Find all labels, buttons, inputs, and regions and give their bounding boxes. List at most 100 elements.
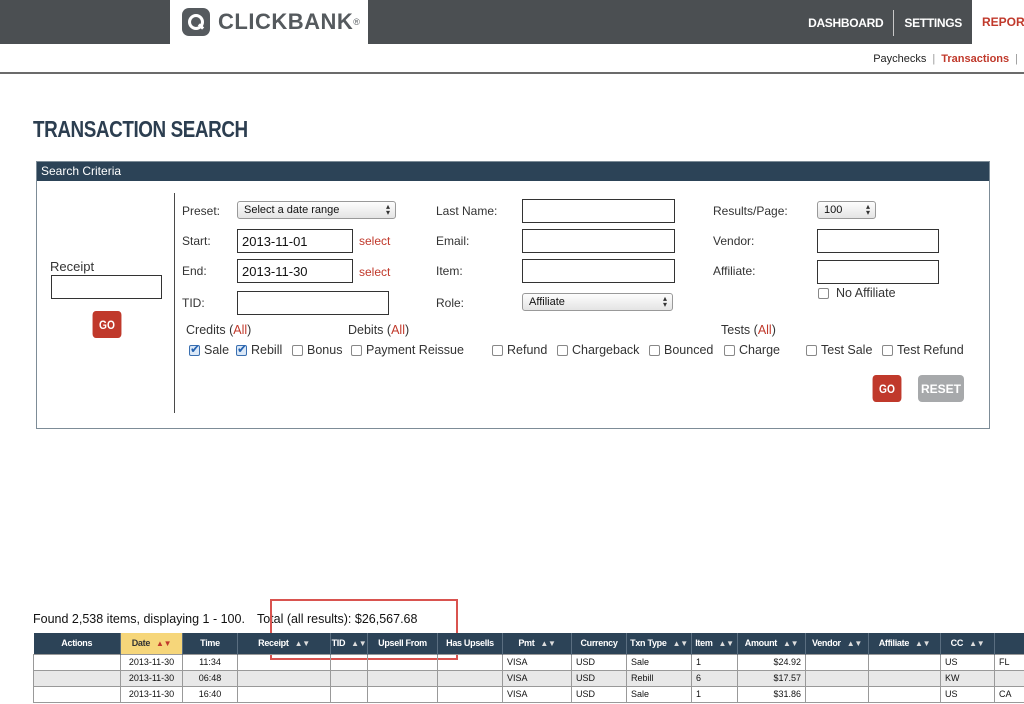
preset-select[interactable]: Select a date range ▴ ▾ <box>237 201 396 219</box>
select-arrows-icon: ▴ ▾ <box>865 202 870 217</box>
table-row[interactable]: 2013-11-30 06:48 VISA USD Rebill 6 $17.57 KW <box>33 669 1024 687</box>
start-date-input[interactable]: 2013-11-01 <box>237 229 353 253</box>
col-affiliate[interactable]: Affiliate ▲▼ <box>868 633 941 654</box>
payment-reissue-checkbox[interactable]: Payment Reissue <box>351 343 464 357</box>
bounced-checkbox[interactable]: Bounced <box>649 343 713 357</box>
tid-input[interactable] <box>237 291 389 315</box>
table-cell <box>868 653 941 671</box>
test-refund-label: Test Refund <box>897 343 964 357</box>
nav-settings[interactable]: SETTINGS <box>894 10 972 36</box>
search-go-button[interactable]: GO <box>872 375 902 402</box>
col-vendor-label: Vendor <box>812 638 841 649</box>
col-vendor[interactable]: Vendor ▲▼ <box>805 633 869 654</box>
col-actions[interactable]: Actions <box>33 633 121 654</box>
bonus-checkbox[interactable]: Bonus <box>292 343 342 357</box>
sort-icon: ▲▼ <box>672 639 689 649</box>
col-item[interactable]: Item ▲▼ <box>691 633 738 654</box>
start-label: Start: <box>182 234 211 248</box>
found-count: Found 2,538 items, displaying 1 - 100. <box>33 612 245 626</box>
nav-dashboard[interactable]: DASHBOARD <box>798 10 895 36</box>
table-cell: VISA <box>502 653 572 671</box>
table-cell <box>33 685 121 703</box>
debits-group-label: Debits (All) <box>348 323 409 337</box>
debits-label: Debits ( <box>348 323 392 337</box>
rebill-label: Rebill <box>251 343 283 357</box>
payment-reissue-label: Payment Reissue <box>366 343 464 357</box>
vendor-input[interactable] <box>817 229 939 253</box>
col-has-upsells[interactable]: Has Upsells <box>437 633 503 654</box>
rebill-checkbox[interactable]: Rebill <box>236 342 283 357</box>
col-pmt[interactable]: Pmt ▲▼ <box>502 633 572 654</box>
table-cell <box>237 669 331 687</box>
receipt-label: Receipt <box>50 259 95 274</box>
table-row[interactable]: 2013-11-30 11:34 VISA USD Sale 1 $24.92 US FL <box>33 653 1024 671</box>
role-select[interactable]: Affiliate ▴ ▾ <box>522 293 673 311</box>
col-currency[interactable]: Currency <box>571 633 627 654</box>
table-cell <box>237 653 331 671</box>
table-row[interactable]: 2013-11-30 16:40 VISA USD Sale 1 $31.86 US CA <box>33 685 1024 703</box>
chargeback-checkbox[interactable]: Chargeback <box>557 343 639 357</box>
table-cell: 6 <box>691 669 738 687</box>
table-cell <box>805 653 869 671</box>
table-cell: 06:48 <box>182 669 238 687</box>
col-state[interactable] <box>994 633 1024 654</box>
end-date-input[interactable]: 2013-11-30 <box>237 259 353 283</box>
last-name-label: Last Name: <box>436 204 498 218</box>
col-upsell-from[interactable]: Upsell From <box>367 633 438 654</box>
item-input[interactable] <box>522 259 675 283</box>
item-label: Item: <box>436 264 463 278</box>
subnav-separator: | <box>1015 53 1018 65</box>
nav-reports[interactable]: REPORT <box>972 0 1024 44</box>
table-cell: 11:34 <box>182 653 238 671</box>
col-receipt[interactable]: Receipt ▲▼ <box>237 633 331 654</box>
transactions-table: Actions Date ▲▼ Time Receipt ▲▼ TID ▲▼ Upse… <box>33 633 1024 703</box>
select-arrows-icon: ▴ ▾ <box>385 202 390 217</box>
end-select-link[interactable]: select <box>359 265 390 279</box>
email-input[interactable] <box>522 229 675 253</box>
credits-all-link[interactable]: All <box>233 323 247 337</box>
table-cell: $17.57 <box>737 669 806 687</box>
table-cell: 16:40 <box>182 685 238 703</box>
email-label: Email: <box>436 234 470 248</box>
search-criteria-header: Search Criteria <box>37 162 989 181</box>
sort-icon: ▲▼ <box>846 639 863 649</box>
tests-all-link[interactable]: All <box>758 323 772 337</box>
results-per-page-select[interactable]: 100 ▴ ▾ <box>817 201 876 219</box>
subnav-transactions[interactable]: Transactions <box>935 53 1015 65</box>
col-cc[interactable]: CC ▲▼ <box>940 633 995 654</box>
table-cell: 2013-11-30 <box>120 653 183 671</box>
refund-checkbox[interactable]: Refund <box>492 343 547 357</box>
debits-close-paren: ) <box>404 323 410 337</box>
sort-icon: ▲▼ <box>294 639 311 649</box>
start-select-link[interactable]: select <box>359 234 390 248</box>
no-affiliate-checkbox[interactable]: No Affiliate <box>818 286 896 300</box>
clickbank-logo[interactable]: CLICKBANK ® <box>170 0 368 44</box>
test-sale-checkbox[interactable]: Test Sale <box>806 343 872 357</box>
select-arrows-icon: ▴ ▾ <box>662 294 667 309</box>
table-cell <box>994 669 1024 687</box>
col-txn-type[interactable]: Txn Type ▲▼ <box>626 633 692 654</box>
receipt-input[interactable] <box>51 275 162 299</box>
affiliate-input[interactable] <box>817 260 939 284</box>
credits-group-label: Credits (All) <box>186 323 251 337</box>
receipt-go-button[interactable]: GO <box>92 311 122 338</box>
table-cell: CA <box>994 685 1024 703</box>
debits-all-link[interactable]: All <box>391 323 405 337</box>
charge-checkbox[interactable]: Charge <box>724 343 780 357</box>
sale-checkbox[interactable]: Sale <box>189 342 229 357</box>
role-label: Role: <box>436 296 465 310</box>
charge-label: Charge <box>739 343 780 357</box>
table-cell: VISA <box>502 685 572 703</box>
test-refund-checkbox[interactable]: Test Refund <box>882 343 964 357</box>
col-amount[interactable]: Amount ▲▼ <box>737 633 806 654</box>
col-tid[interactable]: TID ▲▼ <box>330 633 368 654</box>
no-affiliate-label: No Affiliate <box>836 286 896 300</box>
subnav-paychecks[interactable]: Paychecks <box>867 53 932 65</box>
bonus-label: Bonus <box>307 343 343 357</box>
table-cell: USD <box>571 685 627 703</box>
checkbox-checked-icon <box>189 342 200 356</box>
last-name-input[interactable] <box>522 199 675 223</box>
col-time[interactable]: Time <box>182 633 238 654</box>
col-date[interactable]: Date ▲▼ <box>120 633 183 654</box>
reset-button[interactable]: RESET <box>918 375 964 402</box>
